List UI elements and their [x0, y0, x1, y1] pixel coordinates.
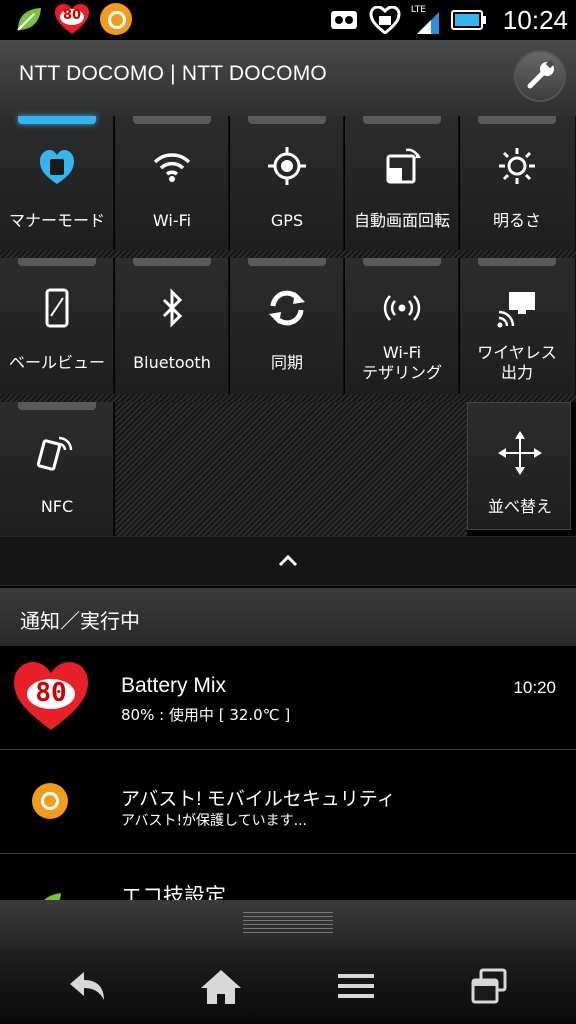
battery-mix-heart-icon: 80	[54, 3, 90, 35]
toggle-label-line1: ワイヤレス	[477, 343, 557, 362]
toggle-indicator	[478, 258, 556, 266]
wifi-icon	[153, 153, 191, 182]
avast-icon	[100, 3, 132, 35]
settings-button[interactable]	[514, 50, 566, 102]
notification-battery-badge: 80	[35, 678, 67, 708]
notification-battery-mix[interactable]: 80 Battery Mix 80% : 使用中 [ 32.0℃ ] 10:20	[0, 646, 576, 750]
toggle-sync[interactable]: 同期	[230, 258, 344, 394]
toggle-indicator	[18, 402, 96, 410]
notification-title: エコ技設定	[121, 885, 226, 900]
leaf-icon	[17, 8, 41, 31]
notification-subtitle: アバスト!が保護しています...	[121, 813, 307, 829]
toggle-label: Wi-Fi	[152, 211, 192, 230]
toggle-veil-view[interactable]: ベールビュー	[0, 258, 114, 394]
status-time: 10:24	[502, 4, 568, 35]
toggle-wifi-tethering[interactable]: Wi-Fi テザリング	[345, 258, 459, 394]
notification-panel-header: NTT DOCOMO | NTT DOCOMO	[0, 40, 576, 116]
rearrange-label: 並べ替え	[487, 497, 552, 516]
move-arrows-icon	[498, 431, 542, 475]
toggle-indicator	[133, 116, 211, 124]
notification-avast[interactable]: アバスト! モバイルセキュリティ アバスト!が保護しています...	[0, 750, 576, 854]
wireless-output-icon	[497, 292, 535, 328]
incoming-call-icon	[330, 11, 357, 29]
toggle-label-line2: 出力	[500, 363, 533, 382]
status-bar: 80 LTE 10:24	[0, 0, 576, 40]
notification-title: アバスト! モバイルセキュリティ	[121, 789, 396, 810]
back-icon[interactable]	[66, 966, 110, 1006]
brightness-icon	[499, 148, 535, 184]
toggle-indicator	[363, 116, 441, 124]
notification-subtitle: 80% : 使用中 [ 32.0℃ ]	[121, 706, 291, 724]
recent-apps-icon[interactable]	[467, 966, 511, 1006]
bluetooth-icon	[162, 288, 183, 328]
toggle-indicator	[248, 258, 326, 266]
toggle-bluetooth[interactable]: Bluetooth	[115, 258, 229, 394]
lte-signal-icon: LTE	[411, 5, 441, 35]
avast-icon	[32, 783, 68, 819]
toggle-label: 同期	[270, 353, 303, 372]
row-divider	[0, 394, 576, 402]
sync-icon	[269, 290, 305, 326]
wifi-tethering-icon	[383, 295, 421, 321]
toggle-indicator	[18, 258, 96, 266]
toggle-indicator	[133, 258, 211, 266]
toggle-gps[interactable]: GPS	[230, 116, 344, 252]
panel-drag-handle[interactable]	[0, 900, 576, 948]
collapse-toggles-button[interactable]	[0, 536, 576, 586]
status-battery-badge: 80	[62, 8, 82, 23]
toggle-indicator	[248, 116, 326, 124]
heart-sync-icon	[369, 6, 401, 34]
toggle-label-line1: Wi-Fi	[382, 343, 422, 362]
toggle-label: Bluetooth	[133, 353, 211, 372]
toggle-manner-mode[interactable]: マナーモード	[0, 116, 114, 252]
toggle-label: NFC	[40, 497, 74, 516]
navigation-bar	[0, 948, 576, 1024]
battery-icon	[450, 10, 486, 30]
nfc-icon	[37, 436, 73, 471]
notifications-section-title: 通知／実行中	[20, 609, 140, 633]
toggle-wifi[interactable]: Wi-Fi	[115, 116, 229, 252]
carrier-title: NTT DOCOMO | NTT DOCOMO	[19, 62, 327, 85]
rearrange-button[interactable]: 並べ替え	[467, 402, 571, 530]
toggle-indicator	[478, 116, 556, 124]
toggle-nfc[interactable]: NFC	[0, 402, 114, 536]
toggle-indicator	[363, 258, 441, 266]
toggle-label: Wi-Fi テザリング	[345, 343, 459, 383]
toggle-label: ベールビュー	[8, 353, 105, 372]
gps-icon	[268, 147, 306, 185]
notification-eco[interactable]: エコ技設定	[0, 854, 576, 900]
veil-view-icon	[45, 288, 69, 328]
toggle-label: マナーモード	[8, 211, 105, 230]
row-divider	[0, 250, 576, 258]
eco-leaf-icon	[44, 893, 61, 900]
toggle-wireless-output[interactable]: ワイヤレス 出力	[460, 258, 576, 394]
toggle-label: 明るさ	[492, 211, 541, 230]
empty-toggle-area	[115, 402, 467, 536]
toggle-auto-rotate[interactable]: 自動画面回転	[345, 116, 459, 252]
toggle-label: 自動画面回転	[353, 211, 450, 230]
wrench-icon	[527, 59, 555, 89]
toggle-label: GPS	[270, 211, 304, 230]
toggle-label-line2: テザリング	[361, 363, 442, 382]
menu-icon[interactable]	[334, 966, 378, 1006]
battery-mix-heart-icon: 80	[12, 660, 90, 732]
manner-mode-icon	[40, 150, 74, 184]
notifications-section-header: 通知／実行中	[0, 588, 576, 646]
auto-rotate-icon	[386, 148, 421, 184]
home-icon[interactable]	[199, 966, 243, 1006]
toggle-brightness[interactable]: 明るさ	[460, 116, 576, 252]
toggle-indicator	[18, 116, 96, 124]
notification-time: 10:20	[513, 678, 556, 697]
grip-lines	[243, 912, 333, 936]
chevron-up-icon	[278, 554, 298, 567]
toggle-label: ワイヤレス 出力	[460, 343, 574, 383]
notification-title: Battery Mix	[121, 674, 227, 697]
